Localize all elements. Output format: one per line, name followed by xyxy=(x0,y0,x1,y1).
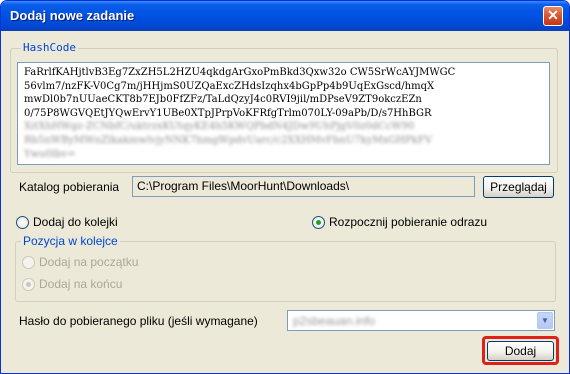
password-combobox[interactable]: p2sbeauan.info ▼ xyxy=(287,310,555,331)
add-to-queue-radio[interactable] xyxy=(16,216,29,229)
window-title: Dodaj nowe zadanie xyxy=(10,8,135,23)
add-button[interactable]: Dodaj xyxy=(487,341,554,361)
hashcode-textarea[interactable]: FaRrlfKAHjtlvB3Eg7ZxZH5L2HZU4qkdgArGxoPm… xyxy=(17,62,550,165)
start-download-label[interactable]: Rozpocznij pobieranie odrazu xyxy=(329,215,487,229)
add-button-label: Dodaj xyxy=(504,344,537,358)
chevron-down-icon[interactable]: ▼ xyxy=(537,312,553,329)
title-bar[interactable]: Dodaj nowe zadanie ✕ xyxy=(1,1,569,31)
password-label: Hasło do pobieranego pliku (jeśli wymaga… xyxy=(19,314,258,328)
add-at-end-radio[interactable] xyxy=(22,278,35,291)
add-at-start-radio[interactable] xyxy=(22,256,35,269)
hash-line: mwDl0b7nUUaeCKT8b7EJb0FfZFz/TaLdQzyJ4c0R… xyxy=(24,94,422,106)
hash-line: FaRrlfKAHjtlvB3Eg7ZxZH5L2HZU4qkdgArGxoPm… xyxy=(24,67,456,78)
queue-position-group xyxy=(15,241,556,302)
hash-line: 56vlm7/nzFK-V0Cg7m/jHHjmS0UZQaExcZHdsIzq… xyxy=(24,80,435,92)
queue-position-legend: Pozycja w kolejce xyxy=(21,234,120,248)
start-download-radio[interactable] xyxy=(312,216,325,229)
add-at-start-label[interactable]: Dodaj na początku xyxy=(39,255,138,269)
hash-line: 0/75P8WGVQEtJYQwErvY1UBe0XTpJPrpVoKFRfgT… xyxy=(24,107,432,119)
add-task-dialog: Dodaj nowe zadanie ✕ HashCode FaRrlfKAHj… xyxy=(0,0,570,374)
download-folder-field[interactable]: C:\Program Files\MoorHunt\Downloads\ xyxy=(132,176,475,197)
hash-line-redacted: XitXhHWgz-ZCNbfC/uktrzxKUtqyKE4h5KWQPbdN… xyxy=(24,121,415,133)
add-at-end-label[interactable]: Dodaj na końcu xyxy=(39,277,122,291)
browse-button-label: Przeglądaj xyxy=(490,180,547,194)
download-folder-value: C:\Program Files\MoorHunt\Downloads\ xyxy=(137,179,350,193)
browse-button[interactable]: Przeglądaj xyxy=(483,176,554,198)
download-folder-label: Katalog pobierania xyxy=(19,180,120,194)
add-to-queue-label[interactable]: Dodaj do kolejki xyxy=(33,215,118,229)
password-value: p2sbeauan.info xyxy=(293,314,376,328)
hash-line-redacted: Ywu0lbv= xyxy=(24,148,76,160)
close-icon: ✕ xyxy=(547,7,559,23)
hashcode-legend: HashCode xyxy=(21,41,78,54)
close-button[interactable]: ✕ xyxy=(543,6,563,26)
hash-line-redacted: Rb5nWByMWnZlkakmwlvjyNNK7hmgWpdvUarc/c2X… xyxy=(24,134,432,146)
